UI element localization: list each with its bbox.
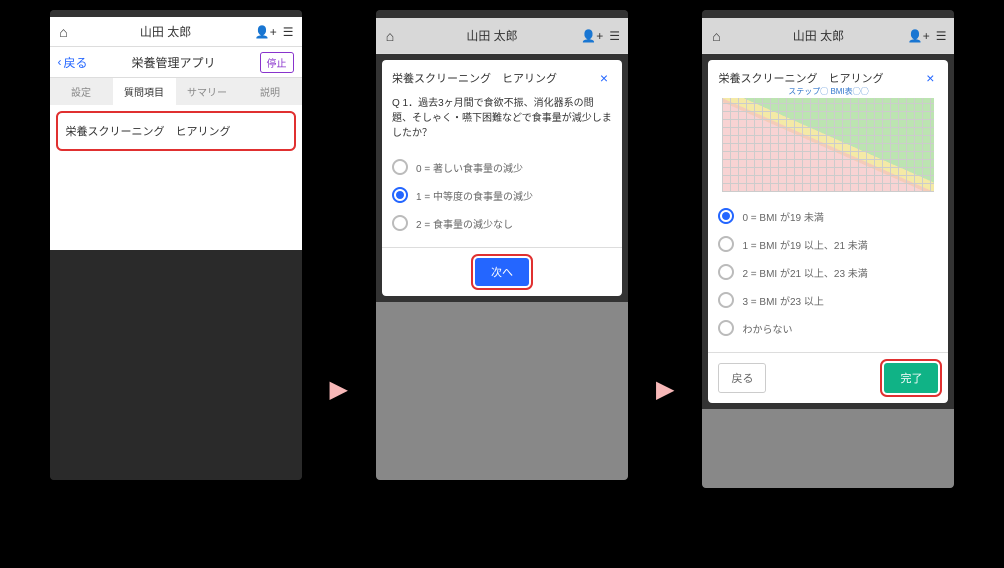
- next-button[interactable]: 次へ: [475, 258, 529, 286]
- menu-icon[interactable]: ☰: [283, 25, 294, 39]
- gray-lower-area: [702, 409, 954, 488]
- add-user-icon[interactable]: 👤+: [581, 29, 603, 43]
- empty-dark-area: [50, 250, 302, 480]
- radio-icon: [392, 159, 408, 175]
- radio-label: 0 = BMI が19 未満: [742, 209, 823, 224]
- chart-grid: [722, 98, 934, 192]
- radio-icon: [392, 215, 408, 231]
- home-icon[interactable]: ⌂: [50, 24, 78, 40]
- bmi-chart: ステップ◯ BMI表◯◯: [718, 86, 938, 196]
- radio-label: 3 = BMI が23 以上: [742, 293, 823, 308]
- status-bar: [50, 10, 302, 17]
- header-right: 👤+ ☰: [906, 29, 954, 43]
- back-button[interactable]: ‹ 戻る: [58, 54, 88, 71]
- radio-label: 0 = 著しい食事量の減少: [416, 160, 523, 175]
- radio-label: 1 = 中等度の食事量の減少: [416, 188, 533, 203]
- modal-back-button[interactable]: 戻る: [718, 363, 766, 393]
- modal-title: 栄養スクリーニング ヒアリング: [392, 70, 596, 86]
- modal-title: 栄養スクリーニング ヒアリング: [718, 70, 922, 86]
- question-modal: 栄養スクリーニング ヒアリング × ステップ◯ BMI表◯◯ 0 = BMI が…: [708, 60, 948, 403]
- question-modal: 栄養スクリーニング ヒアリング × Q 1．過去3ヶ月間で食欲不振、消化器系の問…: [382, 60, 622, 296]
- radio-option-3[interactable]: 3 = BMI が23 以上: [718, 286, 938, 314]
- radio-icon: [718, 236, 734, 252]
- tab-summary[interactable]: サマリー: [176, 78, 239, 105]
- nav-bar: ‹ 戻る 栄養管理アプリ 停止: [50, 47, 302, 78]
- radio-option-2[interactable]: 2 = BMI が21 以上、23 未満: [718, 258, 938, 286]
- header-user-name: 山田 太郎: [730, 27, 906, 44]
- close-icon[interactable]: ×: [922, 70, 938, 86]
- modal-title-row: 栄養スクリーニング ヒアリング ×: [392, 70, 612, 86]
- radio-icon: [718, 264, 734, 280]
- tab-description[interactable]: 説明: [239, 78, 302, 105]
- radio-label: 2 = 食事量の減少なし: [416, 216, 513, 231]
- phone-screen-1: ⌂ 山田 太郎 👤+ ☰ ‹ 戻る 栄養管理アプリ 停止 設定 質問項目 サマリ…: [50, 10, 302, 480]
- home-icon[interactable]: ⌂: [702, 28, 730, 44]
- done-button[interactable]: 完了: [884, 363, 938, 393]
- app-header: ⌂ 山田 太郎 👤+ ☰: [376, 18, 628, 54]
- header-user-name: 山田 太郎: [404, 27, 580, 44]
- tab-bar: 設定 質問項目 サマリー 説明: [50, 78, 302, 105]
- menu-icon[interactable]: ☰: [609, 29, 620, 43]
- modal-title-row: 栄養スクリーニング ヒアリング ×: [718, 70, 938, 86]
- header-right: 👤+ ☰: [580, 29, 628, 43]
- question-text: Q 1．過去3ヶ月間で食欲不振、消化器系の問題、そしゃく・嚥下困難などで食事量が…: [392, 96, 612, 141]
- tab-settings[interactable]: 設定: [50, 78, 113, 105]
- radio-label: 2 = BMI が21 以上、23 未満: [742, 265, 867, 280]
- radio-option-0[interactable]: 0 = 著しい食事量の減少: [392, 153, 612, 181]
- radio-option-4[interactable]: わからない: [718, 314, 938, 342]
- radio-icon: [718, 320, 734, 336]
- phone-screen-3: ⌂ 山田 太郎 👤+ ☰ 栄養スクリーニング ヒアリング × ステップ◯ BMI…: [702, 10, 954, 488]
- radio-icon: [718, 208, 734, 224]
- radio-option-2[interactable]: 2 = 食事量の減少なし: [392, 209, 612, 237]
- back-label: 戻る: [64, 54, 88, 71]
- flow-arrow-icon: ▶: [330, 375, 348, 404]
- status-bar: [376, 10, 628, 18]
- tab-questions[interactable]: 質問項目: [113, 78, 176, 105]
- modal-footer: 次へ: [382, 247, 622, 296]
- radio-option-0[interactable]: 0 = BMI が19 未満: [718, 202, 938, 230]
- chart-title: ステップ◯ BMI表◯◯: [718, 86, 938, 97]
- flow-arrow-icon: ▶: [656, 375, 674, 404]
- close-icon[interactable]: ×: [596, 70, 612, 86]
- header-user-name: 山田 太郎: [78, 23, 254, 40]
- add-user-icon[interactable]: 👤+: [255, 25, 277, 39]
- modal-footer: 戻る 完了: [708, 352, 948, 403]
- content-area: 栄養スクリーニング ヒアリング: [50, 105, 302, 165]
- chevron-left-icon: ‹: [58, 55, 62, 69]
- gray-lower-area: [376, 302, 628, 480]
- radio-option-1[interactable]: 1 = BMI が19 以上、21 未満: [718, 230, 938, 258]
- menu-icon[interactable]: ☰: [936, 29, 947, 43]
- content-spacer: [50, 165, 302, 250]
- app-header: ⌂ 山田 太郎 👤+ ☰: [702, 18, 954, 54]
- app-header: ⌂ 山田 太郎 👤+ ☰: [50, 17, 302, 48]
- stop-button[interactable]: 停止: [260, 52, 294, 73]
- radio-label: わからない: [742, 321, 792, 336]
- screening-list-item[interactable]: 栄養スクリーニング ヒアリング: [56, 111, 296, 151]
- radio-label: 1 = BMI が19 以上、21 未満: [742, 237, 867, 252]
- radio-icon: [392, 187, 408, 203]
- home-icon[interactable]: ⌂: [376, 28, 404, 44]
- status-bar: [702, 10, 954, 18]
- nav-title: 栄養管理アプリ: [88, 54, 260, 71]
- phone-screen-2: ⌂ 山田 太郎 👤+ ☰ 栄養スクリーニング ヒアリング × Q 1．過去3ヶ月…: [376, 10, 628, 480]
- header-right: 👤+ ☰: [254, 25, 302, 39]
- radio-icon: [718, 292, 734, 308]
- radio-option-1[interactable]: 1 = 中等度の食事量の減少: [392, 181, 612, 209]
- add-user-icon[interactable]: 👤+: [908, 29, 930, 43]
